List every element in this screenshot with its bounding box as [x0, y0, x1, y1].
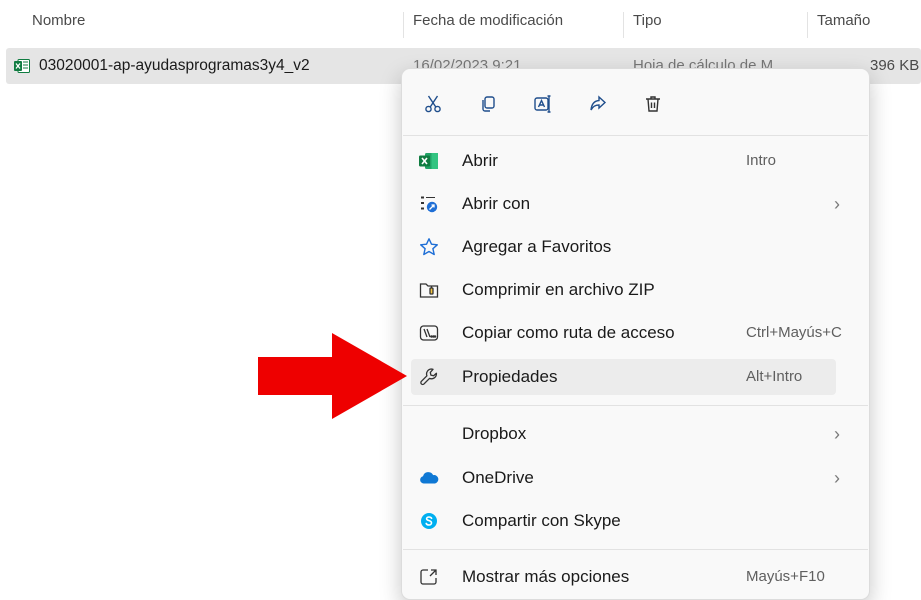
menu-item-open-with-label: Abrir con: [462, 194, 531, 213]
delete-button[interactable]: [636, 87, 670, 121]
menu-item-properties-shortcut: Alt+Intro: [746, 368, 803, 385]
star-icon: [419, 237, 439, 257]
chevron-right-icon: ›: [834, 194, 840, 214]
menu-separator: [403, 549, 868, 550]
menu-item-open-shortcut: Intro: [746, 152, 777, 169]
file-size: 396 KB: [870, 57, 920, 74]
column-divider[interactable]: [807, 12, 808, 38]
context-menu: Abrir Intro Abrir con › Agregar a Favori…: [401, 68, 870, 600]
zip-folder-icon: [419, 280, 439, 300]
menu-item-open-label: Abrir: [462, 151, 498, 170]
menu-item-dropbox-label: Dropbox: [462, 424, 527, 443]
menu-item-onedrive-label: OneDrive: [462, 468, 534, 487]
menu-item-copy-path[interactable]: Copiar como ruta de acceso Ctrl+Mayús+C: [411, 315, 842, 351]
delete-icon: [646, 96, 660, 112]
column-header-modified-label: Fecha de modificación: [413, 11, 564, 29]
menu-item-open-with[interactable]: Abrir con ›: [411, 186, 840, 222]
wrench-icon: [419, 367, 439, 387]
column-header-size[interactable]: Tamaño: [817, 0, 870, 40]
share-button[interactable]: [581, 87, 615, 121]
rename-icon: [534, 95, 551, 113]
menu-item-dropbox[interactable]: Dropbox ›: [411, 416, 840, 452]
onedrive-cloud-icon: [419, 468, 439, 488]
chevron-right-icon: ›: [834, 424, 840, 444]
rename-button[interactable]: [526, 87, 560, 121]
file-name: 03020001-ap-ayudasprogramas3y4_v2: [39, 57, 310, 74]
copy-button[interactable]: [471, 87, 505, 121]
cut-button[interactable]: [416, 87, 450, 121]
column-header-modified[interactable]: Fecha de modificación: [413, 0, 563, 40]
skype-icon: [419, 511, 439, 531]
share-icon: [590, 95, 607, 111]
menu-item-copy-path-label: Copiar como ruta de acceso: [462, 323, 675, 342]
column-header-size-label: Tamaño: [817, 11, 871, 29]
menu-item-more-options-label: Mostrar más opciones: [462, 567, 630, 586]
menu-item-compress-zip-label: Comprimir en archivo ZIP: [462, 280, 655, 299]
column-header-name[interactable]: Nombre: [32, 0, 85, 40]
column-header-type[interactable]: Tipo: [633, 0, 662, 40]
menu-item-share-skype[interactable]: Compartir con Skype: [411, 503, 836, 539]
menu-item-onedrive[interactable]: OneDrive ›: [411, 460, 840, 496]
annotation-arrow-icon: [258, 333, 407, 419]
menu-item-properties[interactable]: Propiedades Alt+Intro: [411, 359, 836, 395]
menu-separator: [403, 135, 868, 136]
menu-separator: [403, 405, 868, 406]
menu-item-add-favorites-label: Agregar a Favoritos: [462, 237, 612, 256]
column-header-type-label: Tipo: [633, 11, 662, 29]
menu-item-share-skype-label: Compartir con Skype: [462, 511, 621, 530]
open-with-icon: [419, 194, 439, 214]
copy-icon: [482, 96, 495, 112]
context-menu-toolbar: [402, 69, 869, 135]
menu-item-more-options[interactable]: Mostrar más opciones Mayús+F10: [411, 559, 836, 595]
column-divider[interactable]: [403, 12, 404, 38]
menu-item-properties-label: Propiedades: [462, 367, 558, 386]
menu-item-copy-path-shortcut: Ctrl+Mayús+C: [746, 324, 842, 341]
cut-icon: [425, 95, 441, 113]
copy-path-icon: [419, 323, 439, 343]
column-header-name-label: Nombre: [32, 11, 86, 29]
menu-item-open[interactable]: Abrir Intro: [411, 143, 836, 179]
menu-item-compress-zip[interactable]: Comprimir en archivo ZIP: [411, 272, 836, 308]
menu-item-more-options-shortcut: Mayús+F10: [746, 568, 825, 585]
menu-item-add-favorites[interactable]: Agregar a Favoritos: [411, 229, 836, 265]
chevron-right-icon: ›: [834, 468, 840, 488]
column-divider[interactable]: [623, 12, 624, 38]
excel-icon: [419, 151, 439, 171]
excel-file-icon: [14, 59, 30, 73]
more-options-icon: [419, 567, 439, 587]
